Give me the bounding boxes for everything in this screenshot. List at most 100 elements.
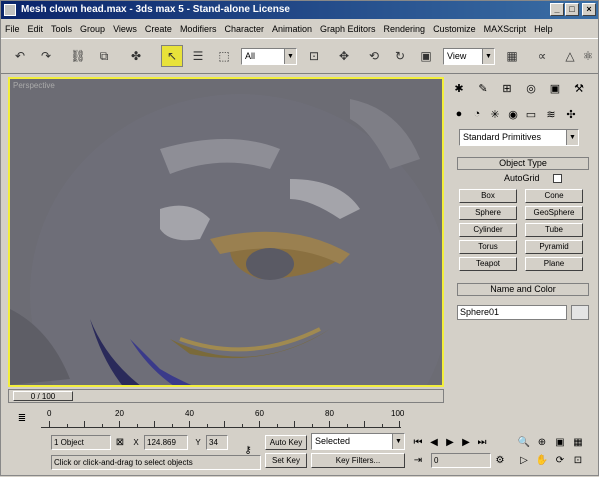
window-crossing-icon[interactable]: ⊡	[303, 45, 325, 67]
modify-tab-icon[interactable]: ✎	[473, 78, 493, 98]
app-icon	[4, 4, 16, 16]
clown-head-render	[10, 94, 442, 385]
torus-button[interactable]: Torus	[459, 240, 517, 254]
y-coordinate-label: Y	[195, 437, 201, 447]
key-mode-dropdown[interactable]: Selected ▼	[311, 433, 405, 450]
previous-frame-icon[interactable]: ◀	[427, 435, 441, 449]
pyramid-button[interactable]: Pyramid	[525, 240, 583, 254]
menu-modifiers[interactable]: Modifiers	[180, 24, 217, 34]
unlink-icon[interactable]: ⧉	[93, 45, 115, 67]
menu-character[interactable]: Character	[224, 24, 264, 34]
box-button[interactable]: Box	[459, 189, 517, 203]
teapot-button[interactable]: Teapot	[459, 257, 517, 271]
minimize-button[interactable]: _	[550, 3, 564, 16]
autogrid-checkbox[interactable]	[553, 174, 562, 183]
lock-selection-icon[interactable]: ⊠	[113, 435, 127, 449]
select-by-name-icon[interactable]: ☰	[187, 45, 209, 67]
name-and-color-rollout-header[interactable]: Name and Color	[457, 283, 589, 296]
menu-create[interactable]: Create	[145, 24, 172, 34]
zoom-extents-icon[interactable]: ▣	[553, 435, 567, 449]
snap-toggle-icon[interactable]: ∝	[531, 45, 553, 67]
track-bar[interactable]: 0 20 40 60 80 100	[41, 409, 441, 431]
trackbar-toggle-icon[interactable]: ≣	[15, 411, 29, 425]
uniform-scale-icon[interactable]: ▣	[415, 45, 437, 67]
systems-icon[interactable]: ✣	[563, 104, 579, 124]
next-frame-icon[interactable]: ▶	[459, 435, 473, 449]
create-tab-icon[interactable]: ✱	[449, 78, 469, 98]
hierarchy-tab-icon[interactable]: ⊞	[497, 78, 517, 98]
display-tab-icon[interactable]: ▣	[545, 78, 565, 98]
lights-icon[interactable]: ✳	[487, 104, 503, 124]
menu-tools[interactable]: Tools	[51, 24, 72, 34]
play-icon[interactable]: ▶	[443, 435, 457, 449]
menu-graph-editors[interactable]: Graph Editors	[320, 24, 376, 34]
x-coordinate-field[interactable]: 124.869	[144, 435, 188, 450]
pivot-center-icon[interactable]: ▦	[501, 45, 523, 67]
y-coordinate-field[interactable]: 34	[206, 435, 228, 450]
object-name-field[interactable]: Sphere01	[457, 305, 567, 320]
object-color-swatch[interactable]	[571, 305, 589, 320]
object-type-rollout-header[interactable]: Object Type	[457, 157, 589, 170]
cone-button[interactable]: Cone	[525, 189, 583, 203]
geosphere-button[interactable]: GeoSphere	[525, 206, 583, 220]
region-select-icon[interactable]: ⬚	[213, 45, 235, 67]
menu-edit[interactable]: Edit	[28, 24, 44, 34]
cameras-icon[interactable]: ◉	[505, 104, 521, 124]
bind-space-warp-icon[interactable]: ✤	[125, 45, 147, 67]
go-to-start-icon[interactable]: ⏮	[411, 435, 425, 449]
menu-file[interactable]: File	[5, 24, 20, 34]
space-warps-icon[interactable]: ≋	[543, 104, 559, 124]
percent-snap-icon[interactable]: ⚛	[579, 45, 597, 67]
selection-filter-dropdown[interactable]: All ▼	[241, 48, 297, 65]
key-mode-toggle-icon[interactable]: ⇥	[411, 453, 425, 467]
geometry-icon[interactable]: ●	[451, 104, 467, 124]
primitive-category-dropdown[interactable]: Standard Primitives ▼	[459, 129, 579, 146]
motion-tab-icon[interactable]: ◎	[521, 78, 541, 98]
menu-rendering[interactable]: Rendering	[384, 24, 426, 34]
menu-customize[interactable]: Customize	[433, 24, 476, 34]
zoom-all-icon[interactable]: ⊕	[535, 435, 549, 449]
menu-help[interactable]: Help	[534, 24, 553, 34]
tube-button[interactable]: Tube	[525, 223, 583, 237]
menu-group[interactable]: Group	[80, 24, 105, 34]
key-filters-button[interactable]: Key Filters...	[311, 453, 405, 468]
arc-rotate-icon[interactable]: ⟳	[553, 453, 567, 467]
angle-snap-icon[interactable]: △	[559, 45, 581, 67]
shapes-icon[interactable]: ◔	[469, 104, 485, 124]
maximize-viewport-icon[interactable]: ⊡	[571, 453, 585, 467]
helpers-icon[interactable]: ▭	[523, 104, 539, 124]
close-button[interactable]: ×	[582, 3, 596, 16]
plane-button[interactable]: Plane	[525, 257, 583, 271]
utilities-tab-icon[interactable]: ⚒	[569, 78, 589, 98]
select-object-icon[interactable]: ↖	[161, 45, 183, 67]
track-tick	[154, 421, 155, 427]
cylinder-button[interactable]: Cylinder	[459, 223, 517, 237]
current-frame-field[interactable]: 0	[431, 453, 491, 468]
command-panel: ✱ ✎ ⊞ ◎ ▣ ⚒ ● ◔ ✳ ◉ ▭ ≋ ✣ Standard Primi…	[449, 77, 598, 397]
track-tick	[84, 421, 85, 427]
select-and-move-icon[interactable]: ✥	[333, 45, 355, 67]
pan-icon[interactable]: ✋	[535, 453, 549, 467]
track-tick	[241, 424, 243, 427]
zoom-extents-all-icon[interactable]: ▦	[571, 435, 585, 449]
select-and-rotate-icon[interactable]: ⟲	[363, 45, 385, 67]
auto-key-button[interactable]: Auto Key	[265, 435, 307, 450]
field-of-view-icon[interactable]: ▷	[517, 453, 531, 467]
maximize-button[interactable]: □	[565, 3, 579, 16]
time-config-icon[interactable]: ⚙	[493, 453, 507, 467]
time-slider[interactable]: 0 / 100	[8, 389, 444, 403]
redo-icon[interactable]: ↷	[35, 45, 57, 67]
undo-icon[interactable]: ↶	[9, 45, 31, 67]
select-and-link-icon[interactable]: ⛓	[67, 45, 89, 67]
perspective-viewport[interactable]: Perspective	[8, 77, 444, 387]
go-to-end-icon[interactable]: ⏭	[475, 435, 489, 449]
set-key-button[interactable]: Set Key	[265, 453, 307, 468]
menu-views[interactable]: Views	[113, 24, 137, 34]
select-and-scale-icon[interactable]: ↻	[389, 45, 411, 67]
reference-coordinate-dropdown[interactable]: View ▼	[443, 48, 495, 65]
zoom-icon[interactable]: 🔍	[517, 435, 531, 449]
menu-maxscript[interactable]: MAXScript	[484, 24, 527, 34]
menu-animation[interactable]: Animation	[272, 24, 312, 34]
sphere-button[interactable]: Sphere	[459, 206, 517, 220]
time-slider-thumb[interactable]: 0 / 100	[13, 391, 73, 401]
